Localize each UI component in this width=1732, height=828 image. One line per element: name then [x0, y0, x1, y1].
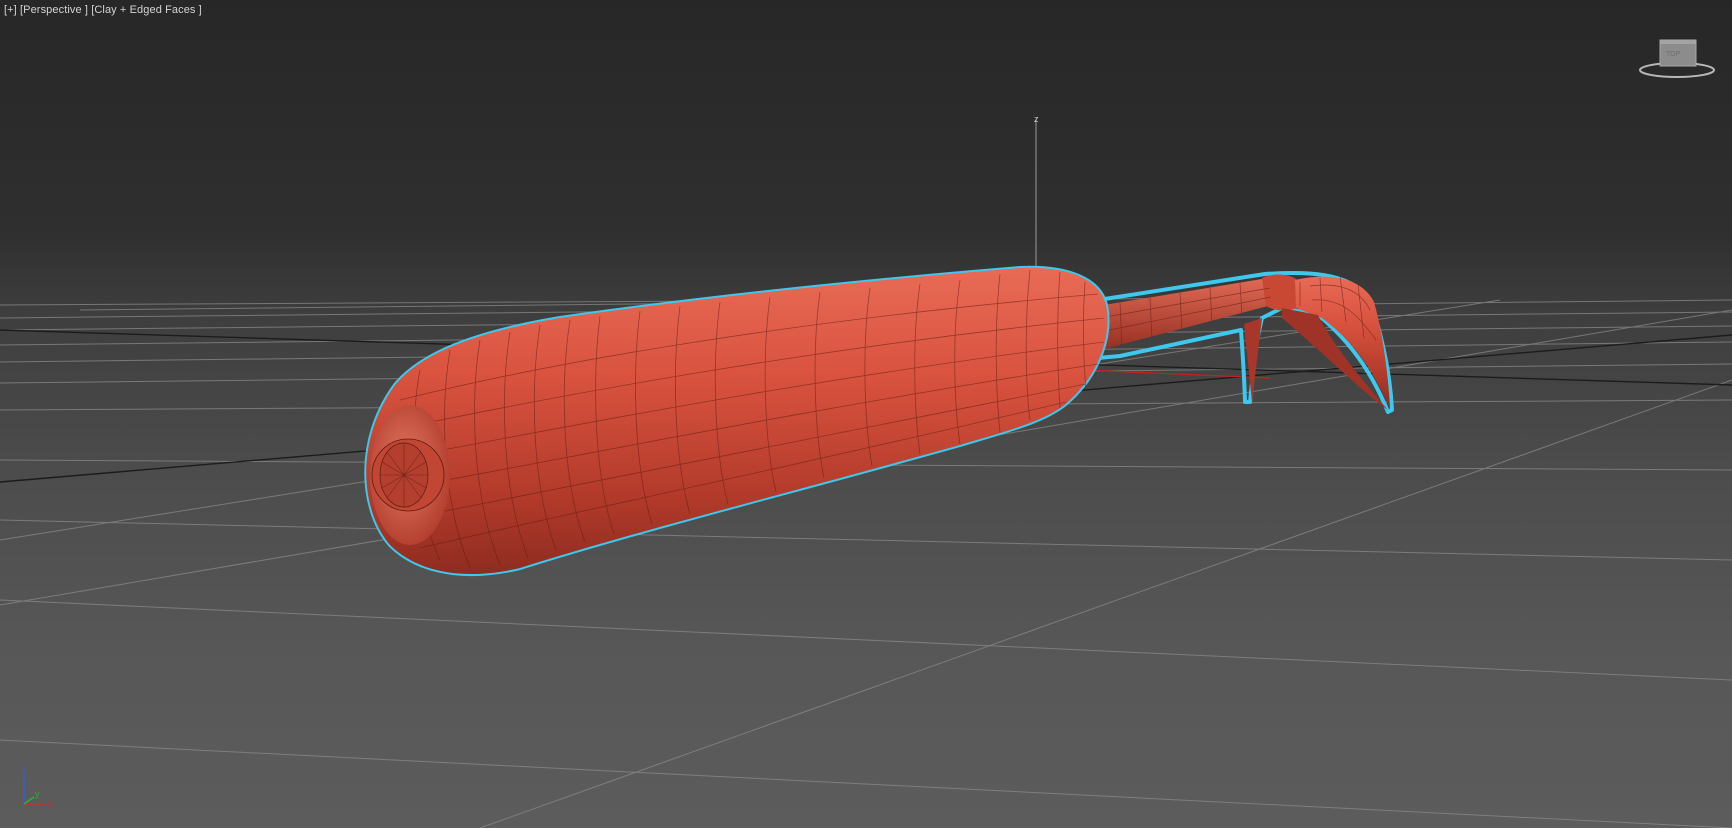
tripod-y-label: y — [35, 789, 40, 799]
viewport-view-menu[interactable]: [Perspective ] — [20, 4, 88, 16]
viewport-label-menu: [+] [Perspective ] [Clay + Edged Faces ] — [4, 4, 202, 16]
viewcube-face-label: TOP — [1666, 51, 1681, 58]
viewport-plus-menu[interactable]: [+] — [4, 4, 17, 16]
tripod-x-label: x — [47, 799, 52, 809]
hook-prong — [1244, 318, 1262, 402]
gizmo-z-label: z — [1034, 114, 1039, 124]
tripod-z-label: z — [22, 764, 27, 774]
handle-body — [366, 267, 1108, 575]
viewport-shading-menu[interactable]: [Clay + Edged Faces ] — [91, 4, 202, 16]
handle-end-cap — [370, 405, 450, 545]
screwdriver-handle[interactable] — [364, 265, 1110, 577]
perspective-viewport[interactable]: z [+] [Perspective] [Clay + Edged Faces… — [0, 0, 1732, 828]
hook-collar — [1262, 274, 1300, 311]
screwdriver-hook[interactable] — [1096, 271, 1394, 414]
scene-canvas[interactable]: z — [0, 0, 1732, 828]
axis-tripod-icon: z x y — [22, 764, 52, 809]
viewcube[interactable]: TOP — [1636, 34, 1716, 84]
